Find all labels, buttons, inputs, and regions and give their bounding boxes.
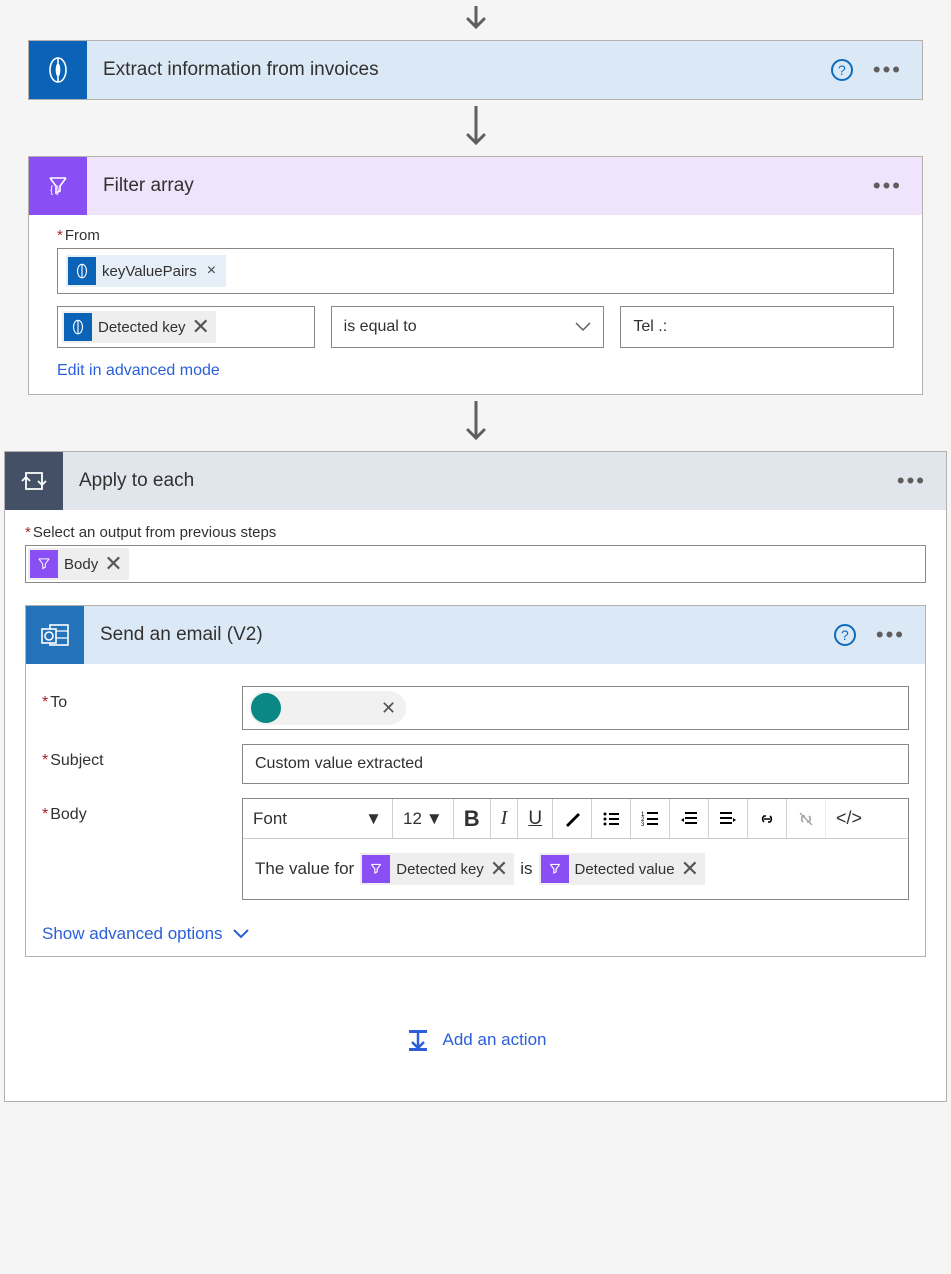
chevron-down-icon: [233, 929, 249, 939]
edit-advanced-link[interactable]: Edit in advanced mode: [57, 362, 220, 380]
remove-token-icon[interactable]: ✕: [490, 856, 508, 882]
apply-header[interactable]: Apply to each •••: [5, 452, 946, 510]
fontsize-select[interactable]: 12▼: [393, 799, 454, 838]
ai-builder-icon: [68, 257, 96, 285]
underline-button[interactable]: U: [518, 799, 553, 838]
richtext-toolbar: Font▼ 12▼ B I U 123: [243, 799, 908, 839]
font-select[interactable]: Font▼: [243, 799, 393, 838]
outdent-button[interactable]: [670, 799, 709, 838]
to-label: *To: [42, 686, 242, 712]
token-keyvaluepairs[interactable]: keyValuePairs ×: [66, 255, 226, 287]
italic-button[interactable]: I: [491, 799, 519, 838]
send-email-card: Send an email (V2) ? ••• *To ✕: [25, 605, 926, 957]
ai-builder-icon: [64, 313, 92, 341]
more-icon[interactable]: •••: [873, 182, 902, 190]
remove-token-icon[interactable]: ×: [203, 262, 220, 280]
filter-icon: [541, 855, 569, 883]
svg-text:3: 3: [641, 822, 645, 828]
subject-input[interactable]: Custom value extracted: [242, 744, 909, 784]
number-list-button[interactable]: 123: [631, 799, 670, 838]
remove-token-icon[interactable]: ✕: [104, 551, 122, 577]
send-email-header[interactable]: Send an email (V2) ? •••: [26, 606, 925, 664]
filter-header[interactable]: { } Filter array •••: [29, 157, 922, 215]
chevron-down-icon: [575, 322, 591, 332]
bold-button[interactable]: B: [454, 799, 491, 838]
filter-operator-select[interactable]: is equal to: [331, 306, 605, 348]
body-label: *Body: [42, 798, 242, 824]
extract-title: Extract information from invoices: [87, 59, 831, 81]
remove-token-icon[interactable]: ✕: [192, 314, 210, 340]
send-email-title: Send an email (V2): [84, 624, 834, 646]
recipient-pill[interactable]: ✕: [249, 691, 406, 725]
avatar: [251, 693, 281, 723]
ai-builder-icon: [29, 41, 87, 99]
filter-right-input[interactable]: Tel .:: [620, 306, 894, 348]
flow-arrow: [0, 100, 951, 156]
unlink-button[interactable]: [787, 799, 826, 838]
show-advanced-link[interactable]: Show advanced options: [42, 924, 249, 944]
apply-title: Apply to each: [63, 470, 897, 492]
code-view-button[interactable]: </>: [826, 799, 872, 838]
help-icon[interactable]: ?: [834, 624, 856, 646]
indent-button[interactable]: [709, 799, 748, 838]
body-content[interactable]: The value for Detected key ✕ is Detected: [243, 839, 908, 899]
outlook-icon: [26, 606, 84, 664]
token-detected-key[interactable]: Detected key ✕: [62, 311, 216, 343]
extract-header[interactable]: Extract information from invoices ? •••: [29, 41, 922, 99]
more-icon[interactable]: •••: [876, 631, 905, 639]
add-action-row: Add an action: [25, 957, 926, 1073]
extract-card[interactable]: Extract information from invoices ? •••: [28, 40, 923, 100]
select-output-label: *Select an output from previous steps: [25, 524, 926, 541]
body-richtext: Font▼ 12▼ B I U 123: [242, 798, 909, 900]
token-body[interactable]: Body ✕: [28, 548, 129, 580]
loop-icon: [5, 452, 63, 510]
from-label: *From: [57, 227, 894, 244]
filter-card: { } Filter array ••• *From keyValuePairs…: [28, 156, 923, 395]
subject-label: *Subject: [42, 744, 242, 770]
flow-arrow: [0, 395, 951, 451]
link-button[interactable]: [748, 799, 787, 838]
color-button[interactable]: [553, 799, 592, 838]
bullet-list-button[interactable]: [592, 799, 631, 838]
help-icon[interactable]: ?: [831, 59, 853, 81]
add-action-icon: [405, 1027, 431, 1053]
filter-title: Filter array: [87, 175, 873, 197]
more-icon[interactable]: •••: [873, 66, 902, 74]
add-action-button[interactable]: Add an action: [405, 1027, 547, 1053]
more-icon[interactable]: •••: [897, 477, 926, 485]
token-detected-key[interactable]: Detected key ✕: [360, 853, 514, 885]
remove-token-icon[interactable]: ✕: [681, 856, 699, 882]
svg-text:{ }: { }: [50, 185, 60, 196]
remove-recipient-icon[interactable]: ✕: [381, 698, 396, 719]
filter-icon: [30, 550, 58, 578]
apply-to-each-card: Apply to each ••• *Select an output from…: [4, 451, 947, 1102]
to-input[interactable]: ✕: [242, 686, 909, 730]
select-output-input[interactable]: Body ✕: [25, 545, 926, 583]
token-detected-value[interactable]: Detected value ✕: [539, 853, 706, 885]
filter-left-input[interactable]: Detected key ✕: [57, 306, 315, 348]
filter-icon: [362, 855, 390, 883]
from-input[interactable]: keyValuePairs ×: [57, 248, 894, 294]
filter-icon: { }: [29, 157, 87, 215]
flow-arrow: [0, 0, 951, 40]
